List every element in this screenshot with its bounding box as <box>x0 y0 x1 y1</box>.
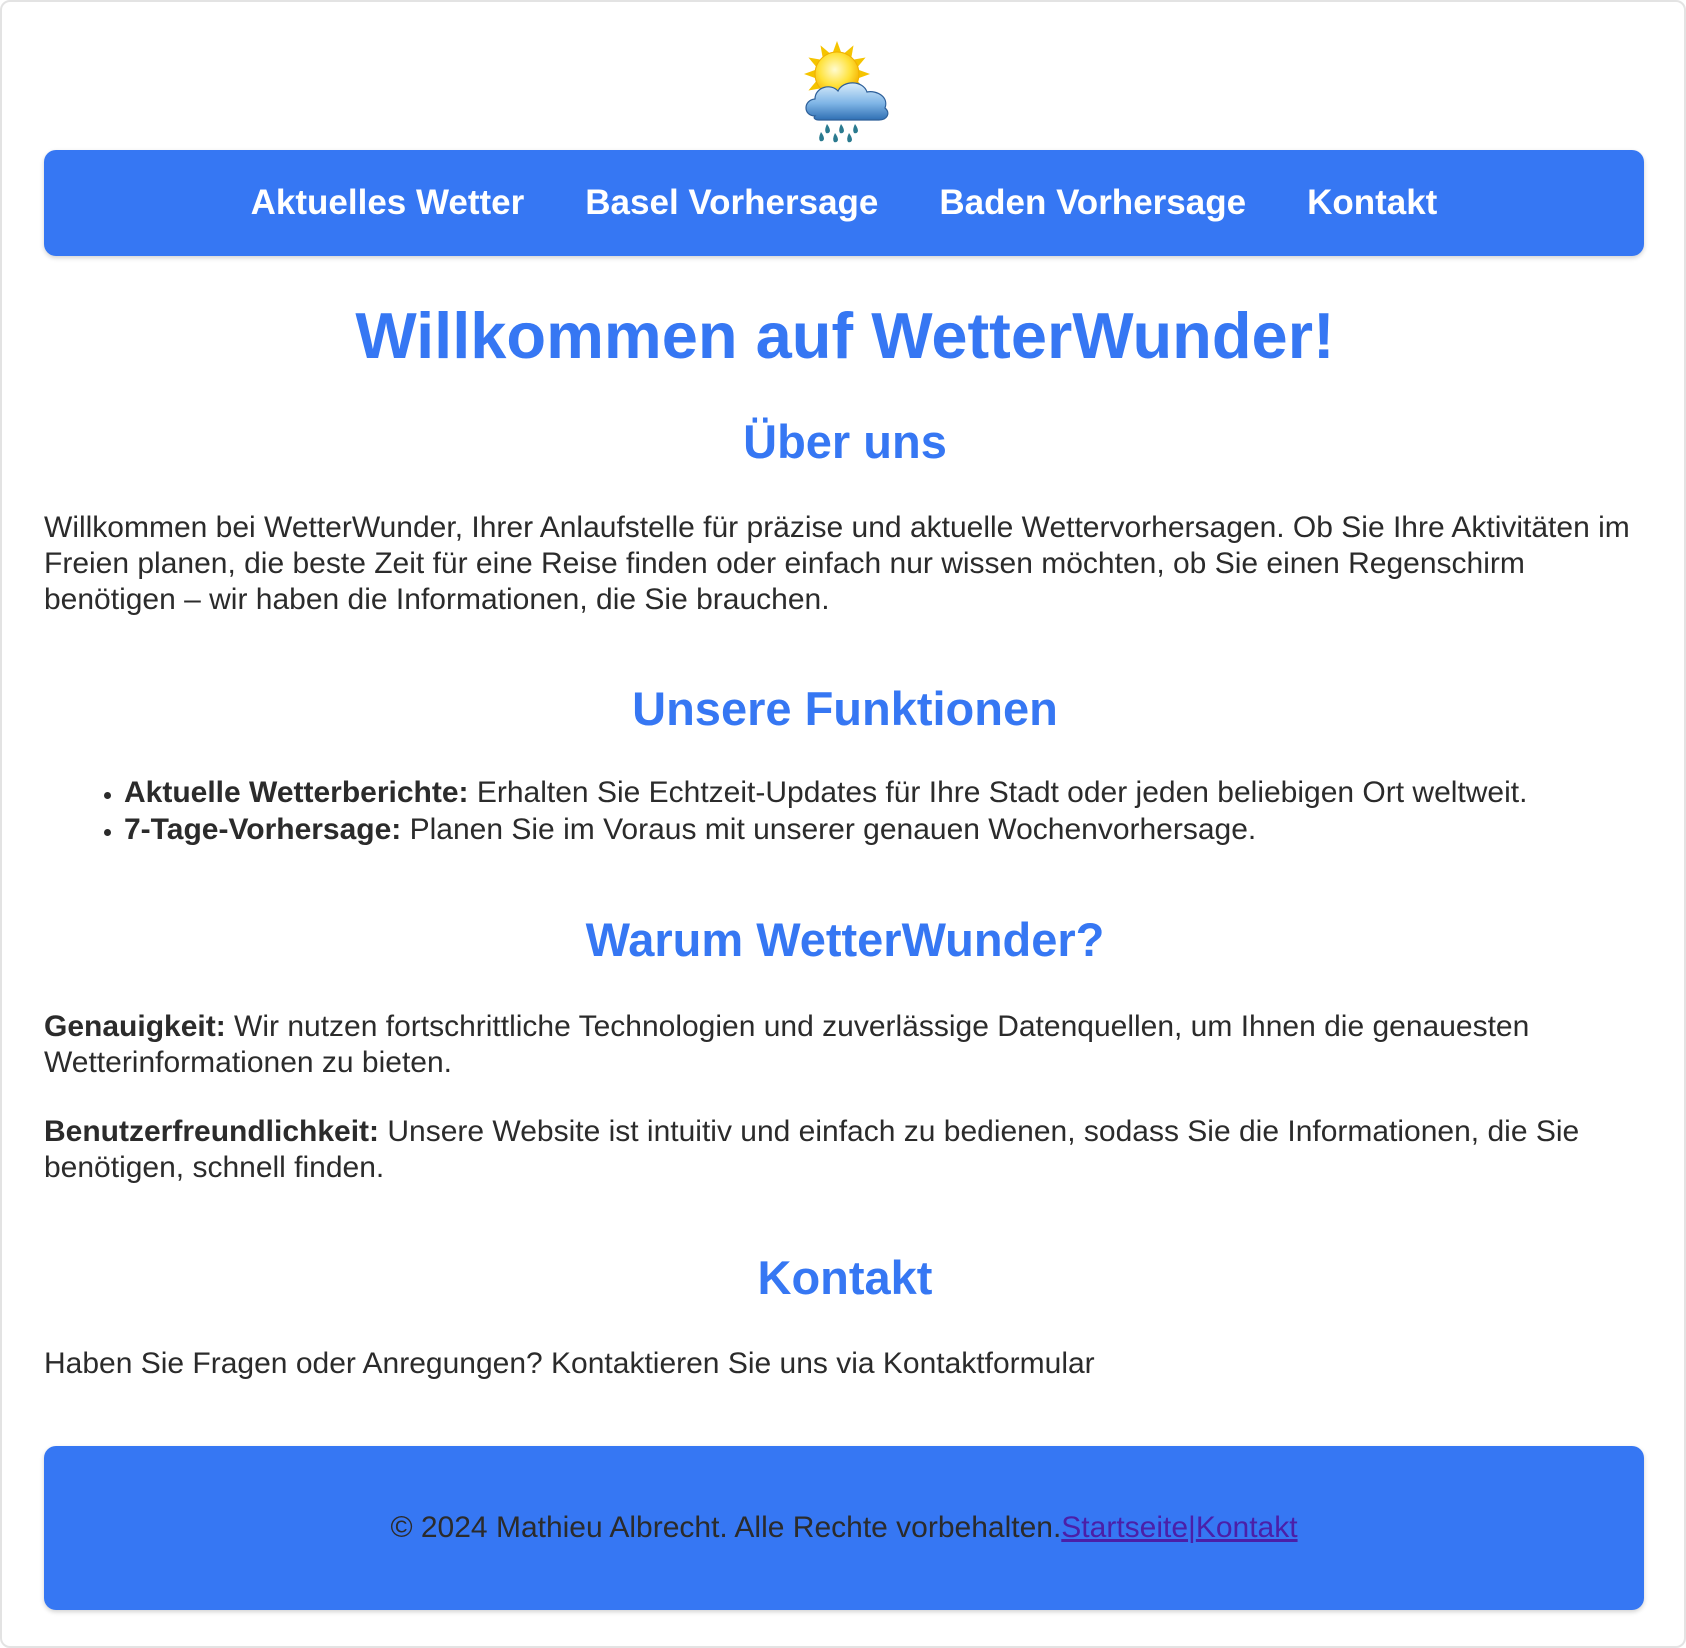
feature-term: Aktuelle Wetterberichte: <box>124 776 469 809</box>
footer: © 2024 Mathieu Albrecht. Alle Rechte vor… <box>44 1446 1644 1610</box>
footer-link-startseite[interactable]: Startseite <box>1061 1511 1188 1544</box>
why-heading: Warum WetterWunder? <box>585 913 1105 966</box>
page: Aktuelles Wetter Basel Vorhersage Baden … <box>0 0 1686 1648</box>
features-heading: Unsere Funktionen <box>632 682 1058 735</box>
list-item: Aktuelle Wetterberichte: Erhalten Sie Ec… <box>124 774 1686 811</box>
page-title: Willkommen auf WetterWunder! <box>355 299 1335 372</box>
main-navigation: Aktuelles Wetter Basel Vorhersage Baden … <box>44 150 1644 256</box>
nav-item-baden-vorhersage[interactable]: Baden Vorhersage <box>939 183 1246 223</box>
why-term: Genauigkeit: <box>44 1010 226 1043</box>
list-item: 7-Tage-Vorhersage: Planen Sie im Voraus … <box>124 811 1686 848</box>
why-point-accuracy: Genauigkeit: Wir nutzen fortschrittliche… <box>44 1009 1649 1081</box>
why-term: Benutzerfreundlichkeit: <box>44 1115 380 1148</box>
footer-line: © 2024 Mathieu Albrecht. Alle Rechte vor… <box>390 1511 1297 1545</box>
why-text: Wir nutzen fortschrittliche Technologien… <box>44 1010 1530 1079</box>
nav-item-kontakt[interactable]: Kontakt <box>1307 183 1437 223</box>
feature-term: 7-Tage-Vorhersage: <box>124 813 402 846</box>
nav-item-aktuelles-wetter[interactable]: Aktuelles Wetter <box>251 183 525 223</box>
footer-link-kontakt[interactable]: Kontakt <box>1196 1511 1298 1544</box>
footer-separator: | <box>1188 1511 1196 1544</box>
nav-item-basel-vorhersage[interactable]: Basel Vorhersage <box>585 183 878 223</box>
feature-text: Erhalten Sie Echtzeit-Updates für Ihre S… <box>468 776 1528 809</box>
why-point-usability: Benutzerfreundlichkeit: Unsere Website i… <box>44 1114 1649 1186</box>
contact-text: Haben Sie Fragen oder Anregungen? Kontak… <box>44 1347 1095 1380</box>
about-heading: Über uns <box>743 415 947 468</box>
copyright-text: © 2024 Mathieu Albrecht. Alle Rechte vor… <box>390 1511 1062 1544</box>
about-text: Willkommen bei WetterWunder, Ihrer Anlau… <box>44 511 1630 616</box>
features-list: Aktuelle Wetterberichte: Erhalten Sie Ec… <box>44 774 1686 848</box>
sun-behind-rain-cloud-icon <box>797 40 895 144</box>
contact-heading: Kontakt <box>757 1251 933 1304</box>
feature-text: Planen Sie im Voraus mit unserer genauen… <box>401 813 1257 846</box>
